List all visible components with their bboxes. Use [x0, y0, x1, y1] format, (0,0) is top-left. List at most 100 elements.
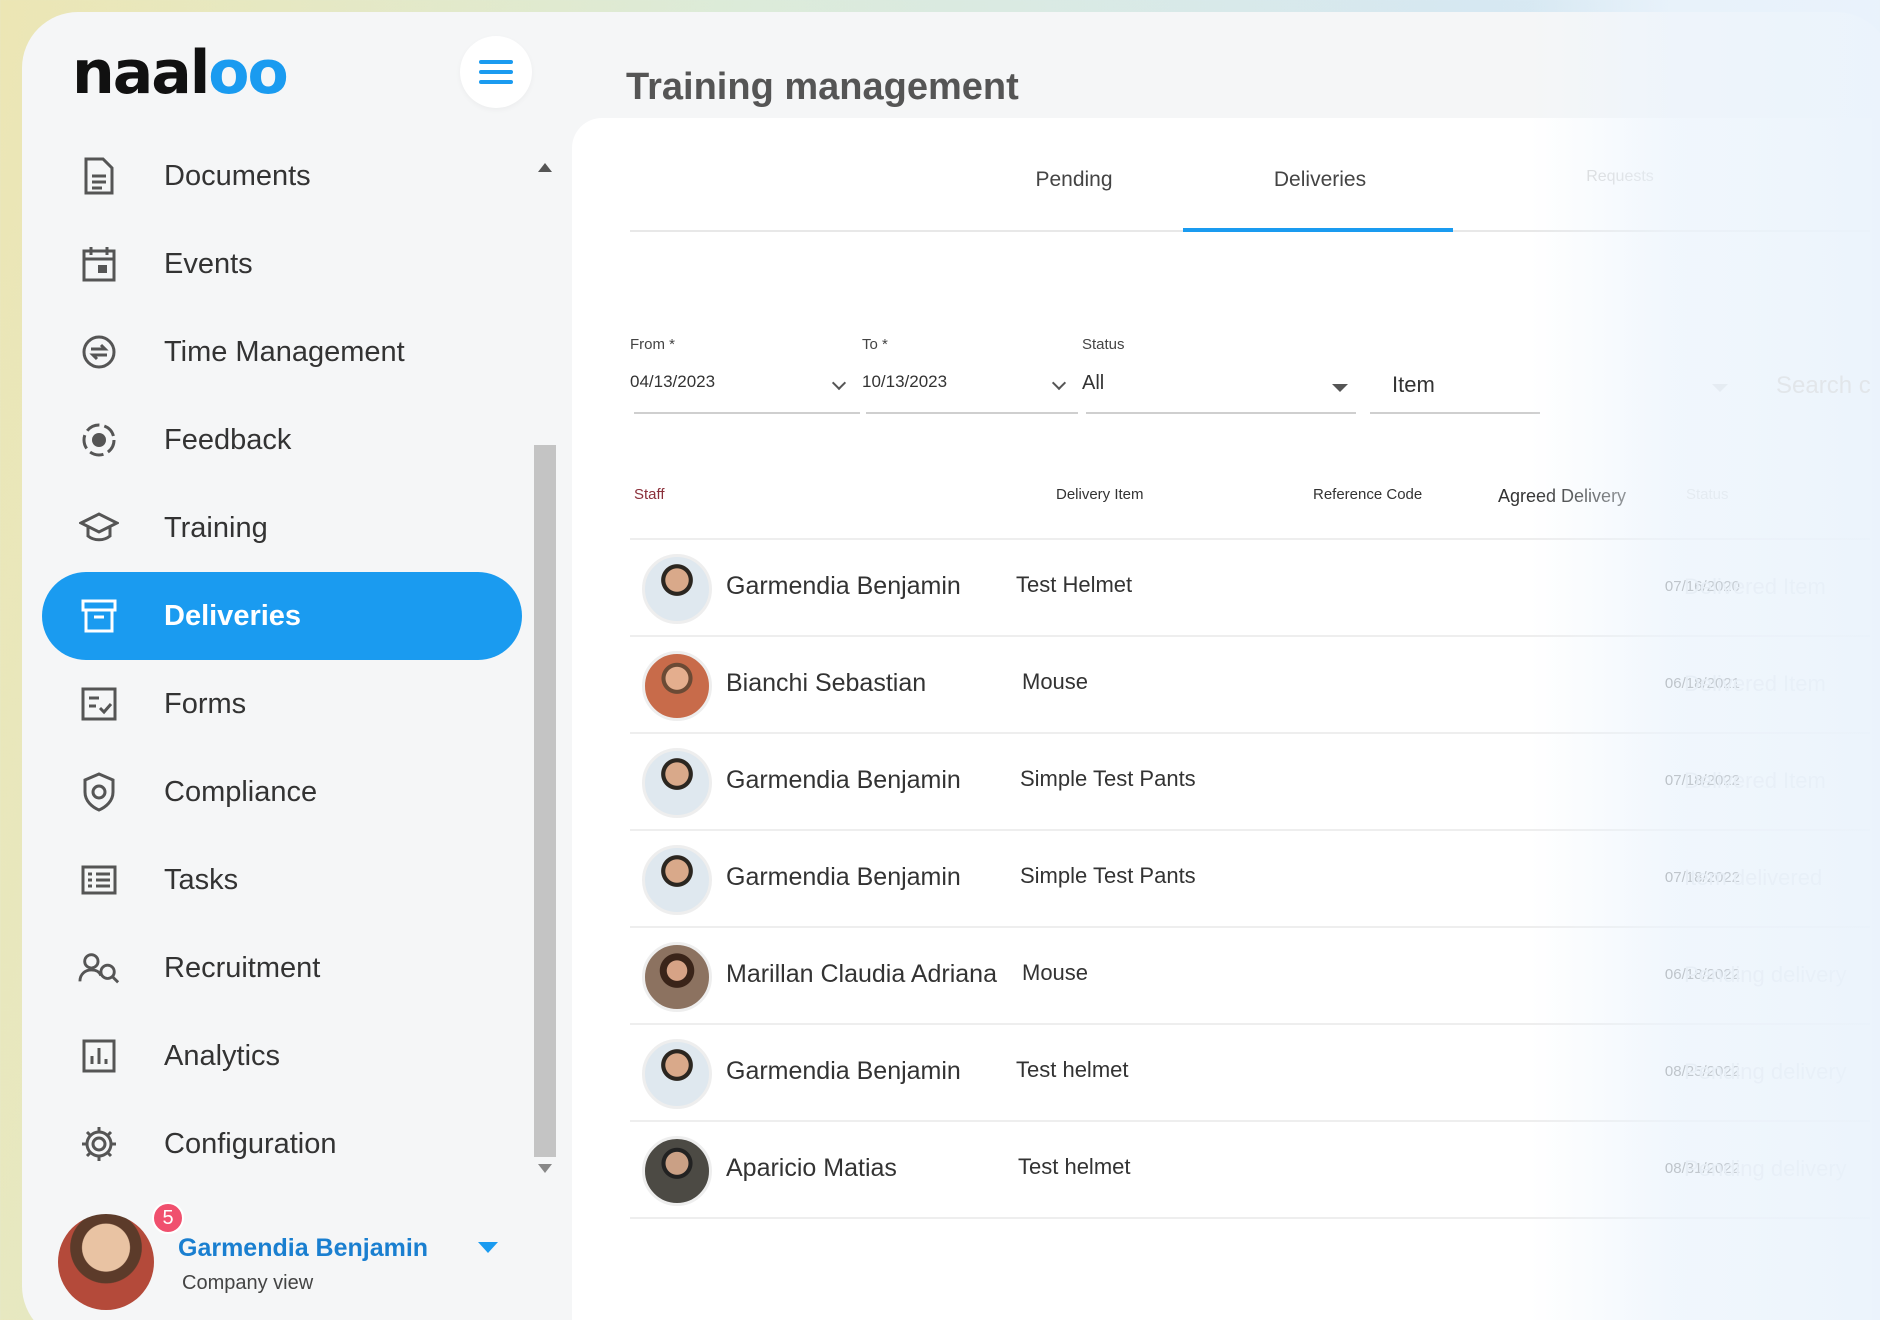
delivery-item: Simple Test Pants — [1020, 766, 1196, 791]
delivery-status: Pending delivery — [1684, 1156, 1847, 1181]
sidebar-nav: Documents Events Time Management Feedbac… — [42, 132, 522, 1188]
from-label: From * — [630, 336, 675, 353]
avatar — [642, 651, 712, 721]
sidebar-item-label: Deliveries — [164, 599, 302, 632]
feedback-icon — [78, 419, 120, 461]
sidebar-item-training[interactable]: Training — [42, 484, 522, 572]
gear-icon — [78, 1123, 120, 1165]
sidebar-item-label: Forms — [164, 687, 247, 720]
column-header-reference-code[interactable]: Reference Code — [1313, 486, 1422, 503]
user-name[interactable]: Garmendia Benjamin — [178, 1234, 428, 1263]
hamburger-menu-button[interactable] — [460, 36, 532, 108]
staff-name[interactable]: Garmendia Benjamin — [726, 572, 961, 601]
sidebar-item-compliance[interactable]: Compliance — [42, 748, 522, 836]
table-header: Staff Delivery Item Reference Code Agree… — [630, 484, 1870, 540]
hamburger-icon — [479, 57, 513, 87]
user-profile[interactable]: 5 Garmendia Benjamin Company view — [58, 1202, 528, 1312]
tab-requests[interactable]: Requests — [1470, 168, 1770, 186]
from-value[interactable]: 04/13/2023 — [630, 372, 715, 392]
tab-pending[interactable]: Pending — [994, 168, 1154, 192]
caret-down-icon[interactable] — [478, 1242, 498, 1253]
delivery-status: Delivered Item — [1684, 671, 1826, 696]
table-row[interactable]: Garmendia Benjamin Test helmet 08/25/202… — [630, 1025, 1870, 1122]
from-date-field[interactable]: From * 04/13/2023 — [630, 336, 860, 414]
avatar — [642, 1039, 712, 1109]
sidebar-item-time-management[interactable]: Time Management — [42, 308, 522, 396]
sidebar-item-label: Tasks — [164, 863, 239, 896]
naaloo-logo[interactable]: naaloo — [72, 38, 289, 108]
sidebar-item-label: Training — [164, 511, 268, 544]
scroll-down-arrow-icon[interactable] — [538, 1164, 552, 1173]
dropdown-arrow-icon[interactable] — [1332, 384, 1348, 392]
sidebar-item-label: Compliance — [164, 775, 318, 808]
task-list-icon — [78, 859, 120, 901]
delivery-item: Mouse — [1022, 669, 1089, 694]
document-icon — [78, 155, 120, 197]
table-row[interactable]: Garmendia Benjamin Test Helmet 07/16/202… — [630, 540, 1870, 637]
status-value[interactable]: All — [1082, 372, 1104, 395]
filter-bar: From * 04/13/2023 To * 10/13/2023 Status… — [630, 336, 1870, 416]
form-icon — [78, 683, 120, 725]
delivery-status: Delivered Item — [1684, 768, 1826, 793]
column-header-agreed-delivery[interactable]: Agreed Delivery — [1498, 486, 1626, 507]
sidebar-scrollbar[interactable] — [532, 147, 558, 1187]
table-row[interactable]: Marillan Claudia Adriana Mouse 06/18/202… — [630, 928, 1870, 1025]
table-row[interactable]: Garmendia Benjamin Simple Test Pants 07/… — [630, 734, 1870, 831]
scrollbar-thumb[interactable] — [534, 445, 556, 1157]
avatar — [642, 554, 712, 624]
recruitment-icon — [78, 947, 120, 989]
column-header-status[interactable]: Status — [1686, 486, 1729, 503]
sidebar-item-feedback[interactable]: Feedback — [42, 396, 522, 484]
table-row[interactable]: Bianchi Sebastian Mouse 06/18/2021 Deliv… — [630, 637, 1870, 734]
staff-name[interactable]: Garmendia Benjamin — [726, 1057, 961, 1086]
avatar[interactable] — [58, 1214, 154, 1310]
status-select[interactable]: Status All — [1082, 336, 1356, 414]
shield-icon — [78, 771, 120, 813]
sidebar-item-label: Recruitment — [164, 951, 321, 984]
table-row[interactable]: Aparicio Matias Test helmet 08/31/2022 P… — [630, 1122, 1870, 1219]
to-value[interactable]: 10/13/2023 — [862, 372, 947, 392]
avatar — [642, 1136, 712, 1206]
sidebar-item-label: Configuration — [164, 1127, 337, 1160]
staff-name[interactable]: Aparicio Matias — [726, 1154, 897, 1183]
sidebar-item-events[interactable]: Events — [42, 220, 522, 308]
sidebar-item-recruitment[interactable]: Recruitment — [42, 924, 522, 1012]
user-view-label: Company view — [182, 1272, 314, 1294]
tab-bar: Pending Deliveries Requests — [630, 150, 1870, 232]
scroll-up-arrow-icon[interactable] — [538, 163, 552, 172]
staff-name[interactable]: Garmendia Benjamin — [726, 863, 961, 892]
chevron-down-icon[interactable] — [831, 375, 847, 391]
archive-box-icon — [78, 595, 120, 637]
notification-badge: 5 — [152, 1202, 184, 1234]
sidebar-item-documents[interactable]: Documents — [42, 132, 522, 220]
chevron-down-icon[interactable] — [1051, 375, 1067, 391]
sidebar-item-configuration[interactable]: Configuration — [42, 1100, 522, 1188]
table-row[interactable]: Garmendia Benjamin Simple Test Pants 07/… — [630, 831, 1870, 928]
delivery-status: Pending delivery — [1684, 962, 1847, 987]
delivery-item: Test Helmet — [1016, 572, 1133, 597]
dropdown-arrow-icon[interactable] — [1712, 384, 1728, 392]
sidebar-item-forms[interactable]: Forms — [42, 660, 522, 748]
staff-name[interactable]: Bianchi Sebastian — [726, 669, 926, 698]
sidebar-item-deliveries[interactable]: Deliveries — [42, 572, 522, 660]
delivery-item: Simple Test Pants — [1020, 863, 1196, 888]
avatar — [642, 942, 712, 1012]
tab-deliveries[interactable]: Deliveries — [1170, 168, 1470, 192]
item-value[interactable]: Item — [1392, 372, 1435, 398]
staff-name[interactable]: Marillan Claudia Adriana — [726, 960, 997, 989]
search-field[interactable]: Search c — [1776, 372, 1871, 400]
calendar-icon — [78, 243, 120, 285]
delivery-status: Item delivered — [1684, 865, 1823, 890]
staff-name[interactable]: Garmendia Benjamin — [726, 766, 961, 795]
graduation-cap-icon — [78, 507, 120, 549]
time-management-icon — [78, 331, 120, 373]
sidebar-item-analytics[interactable]: Analytics — [42, 1012, 522, 1100]
sidebar-item-label: Documents — [164, 159, 311, 192]
bar-chart-icon — [78, 1035, 120, 1077]
column-header-staff[interactable]: Staff — [634, 486, 665, 503]
sidebar-item-tasks[interactable]: Tasks — [42, 836, 522, 924]
avatar — [642, 748, 712, 818]
to-date-field[interactable]: To * 10/13/2023 — [862, 336, 1078, 414]
column-header-delivery-item[interactable]: Delivery Item — [1056, 486, 1144, 503]
to-label: To * — [862, 336, 888, 353]
